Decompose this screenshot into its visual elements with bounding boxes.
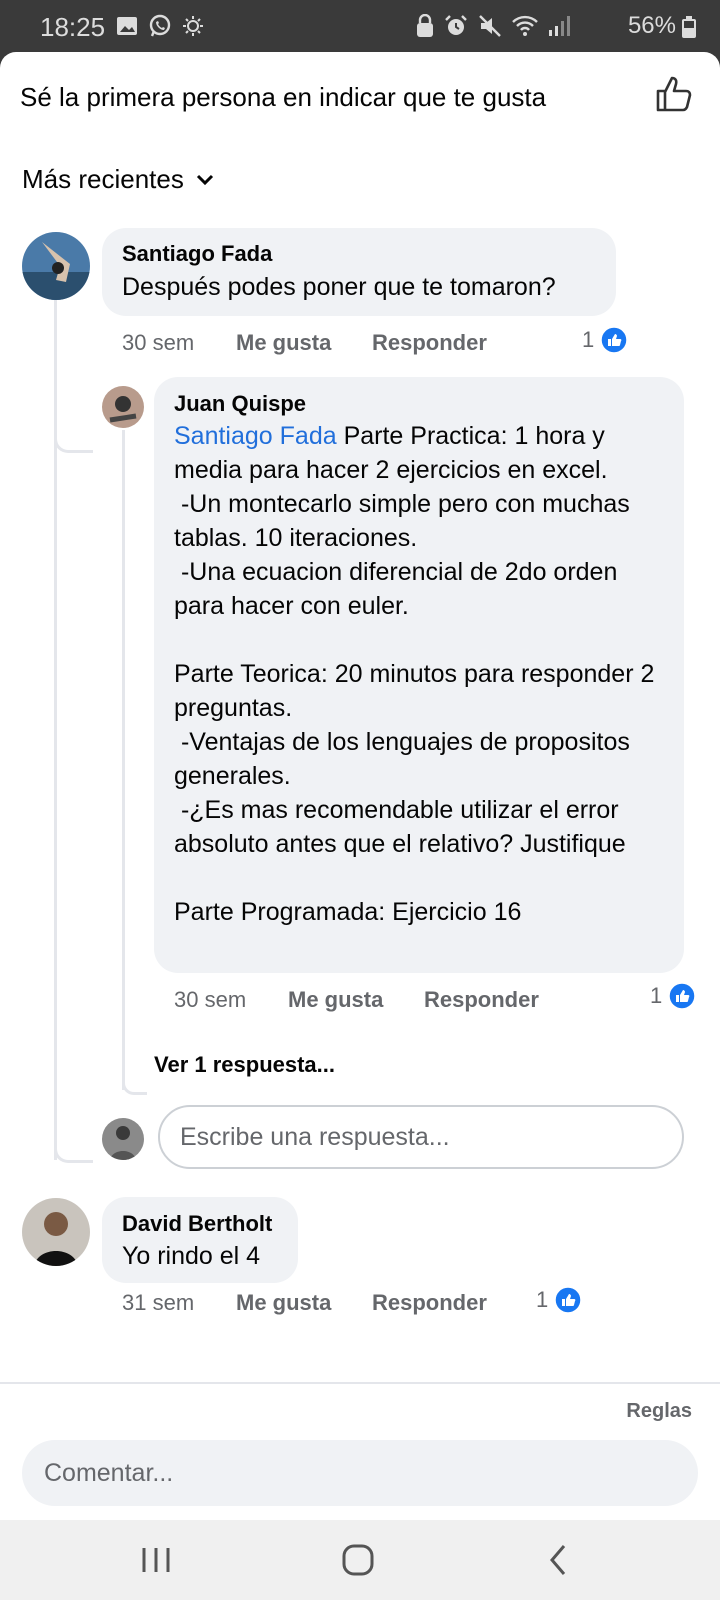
avatar[interactable]	[22, 1198, 90, 1266]
like-reaction-icon	[554, 1286, 582, 1314]
reply-button[interactable]: Responder	[424, 987, 539, 1013]
gallery-icon	[117, 17, 137, 35]
comment-bubble[interactable]: Santiago Fada Después podes poner que te…	[102, 228, 616, 316]
battery-percent: 56%	[627, 12, 676, 39]
thumbs-up-outline-icon[interactable]	[654, 74, 694, 114]
home-icon[interactable]	[338, 1542, 378, 1578]
back-icon[interactable]	[540, 1542, 580, 1578]
reply-thread-connector	[122, 1076, 147, 1095]
reply-text: Parte Practica: 1 hora y media para hace…	[174, 422, 655, 926]
battery-icon	[682, 16, 696, 38]
rules-link[interactable]: Reglas	[626, 1400, 692, 1423]
comment-text: Yo rindo el 4	[122, 1242, 261, 1270]
whatsapp-icon	[149, 14, 171, 37]
wifi-icon	[512, 15, 538, 36]
reply-time: 30 sem	[174, 987, 247, 1012]
comment-text: Después podes poner que te tomaron?	[122, 273, 556, 301]
divider	[0, 1382, 720, 1384]
comment-bubble[interactable]: David Bertholt Yo rindo el 4	[102, 1197, 298, 1283]
thread-connector	[54, 1142, 93, 1163]
comment-input-placeholder: Comentar...	[44, 1459, 174, 1487]
reply-bubble[interactable]: Juan Quispe Santiago Fada Parte Practica…	[154, 377, 684, 973]
reply-input-placeholder: Escribe una respuesta...	[180, 1123, 450, 1151]
recent-apps-icon[interactable]	[136, 1542, 176, 1578]
reaction-count[interactable]: 1	[650, 982, 696, 1010]
like-reaction-icon	[668, 982, 696, 1010]
reply-button[interactable]: Responder	[372, 1290, 487, 1316]
reaction-count[interactable]: 1	[536, 1286, 582, 1314]
current-user-avatar	[102, 1118, 144, 1160]
avatar[interactable]	[22, 232, 90, 300]
like-reaction-icon	[600, 326, 628, 354]
comment-time: 31 sem	[122, 1290, 195, 1315]
status-time: 18:25	[40, 12, 106, 42]
view-replies-link[interactable]: Ver 1 respuesta...	[154, 1052, 335, 1078]
like-button[interactable]: Me gusta	[288, 987, 424, 1013]
status-bar: 18:25 56%	[0, 0, 720, 52]
system-nav-bar	[0, 1520, 720, 1600]
avatar[interactable]	[102, 386, 144, 428]
reply-input[interactable]: Escribe una respuesta...	[158, 1105, 684, 1169]
reply-button[interactable]: Responder	[372, 330, 487, 356]
mute-icon	[479, 15, 501, 37]
comment-actions: 30 sem Me gusta Responder	[122, 330, 487, 356]
comments-sheet: Sé la primera persona en indicar que te …	[0, 52, 720, 1520]
like-button[interactable]: Me gusta	[236, 330, 372, 356]
signal-icon	[549, 16, 570, 36]
comment-input[interactable]: Comentar...	[22, 1440, 698, 1506]
comment-actions: 31 sem Me gusta Responder	[122, 1290, 487, 1316]
comment-author[interactable]: Santiago Fada	[122, 241, 272, 267]
thread-line	[54, 300, 57, 1160]
comment-author[interactable]: David Bertholt	[122, 1211, 272, 1237]
lock-icon	[417, 14, 433, 37]
reply-author[interactable]: Juan Quispe	[174, 391, 306, 417]
likes-prompt: Sé la primera persona en indicar que te …	[20, 82, 547, 112]
alarm-icon	[445, 15, 467, 35]
thread-connector	[54, 432, 93, 453]
sort-dropdown[interactable]: Más recientes	[22, 164, 214, 195]
reply-actions: 30 sem Me gusta Responder	[174, 987, 539, 1013]
like-button[interactable]: Me gusta	[236, 1290, 372, 1316]
mention-link[interactable]: Santiago Fada	[174, 422, 337, 450]
chevron-down-icon	[196, 174, 213, 185]
sort-label: Más recientes	[22, 164, 184, 194]
brightness-icon	[183, 16, 203, 36]
comment-time: 30 sem	[122, 330, 195, 355]
reaction-count[interactable]: 1	[582, 326, 628, 354]
reply-thread-line	[122, 430, 125, 1090]
